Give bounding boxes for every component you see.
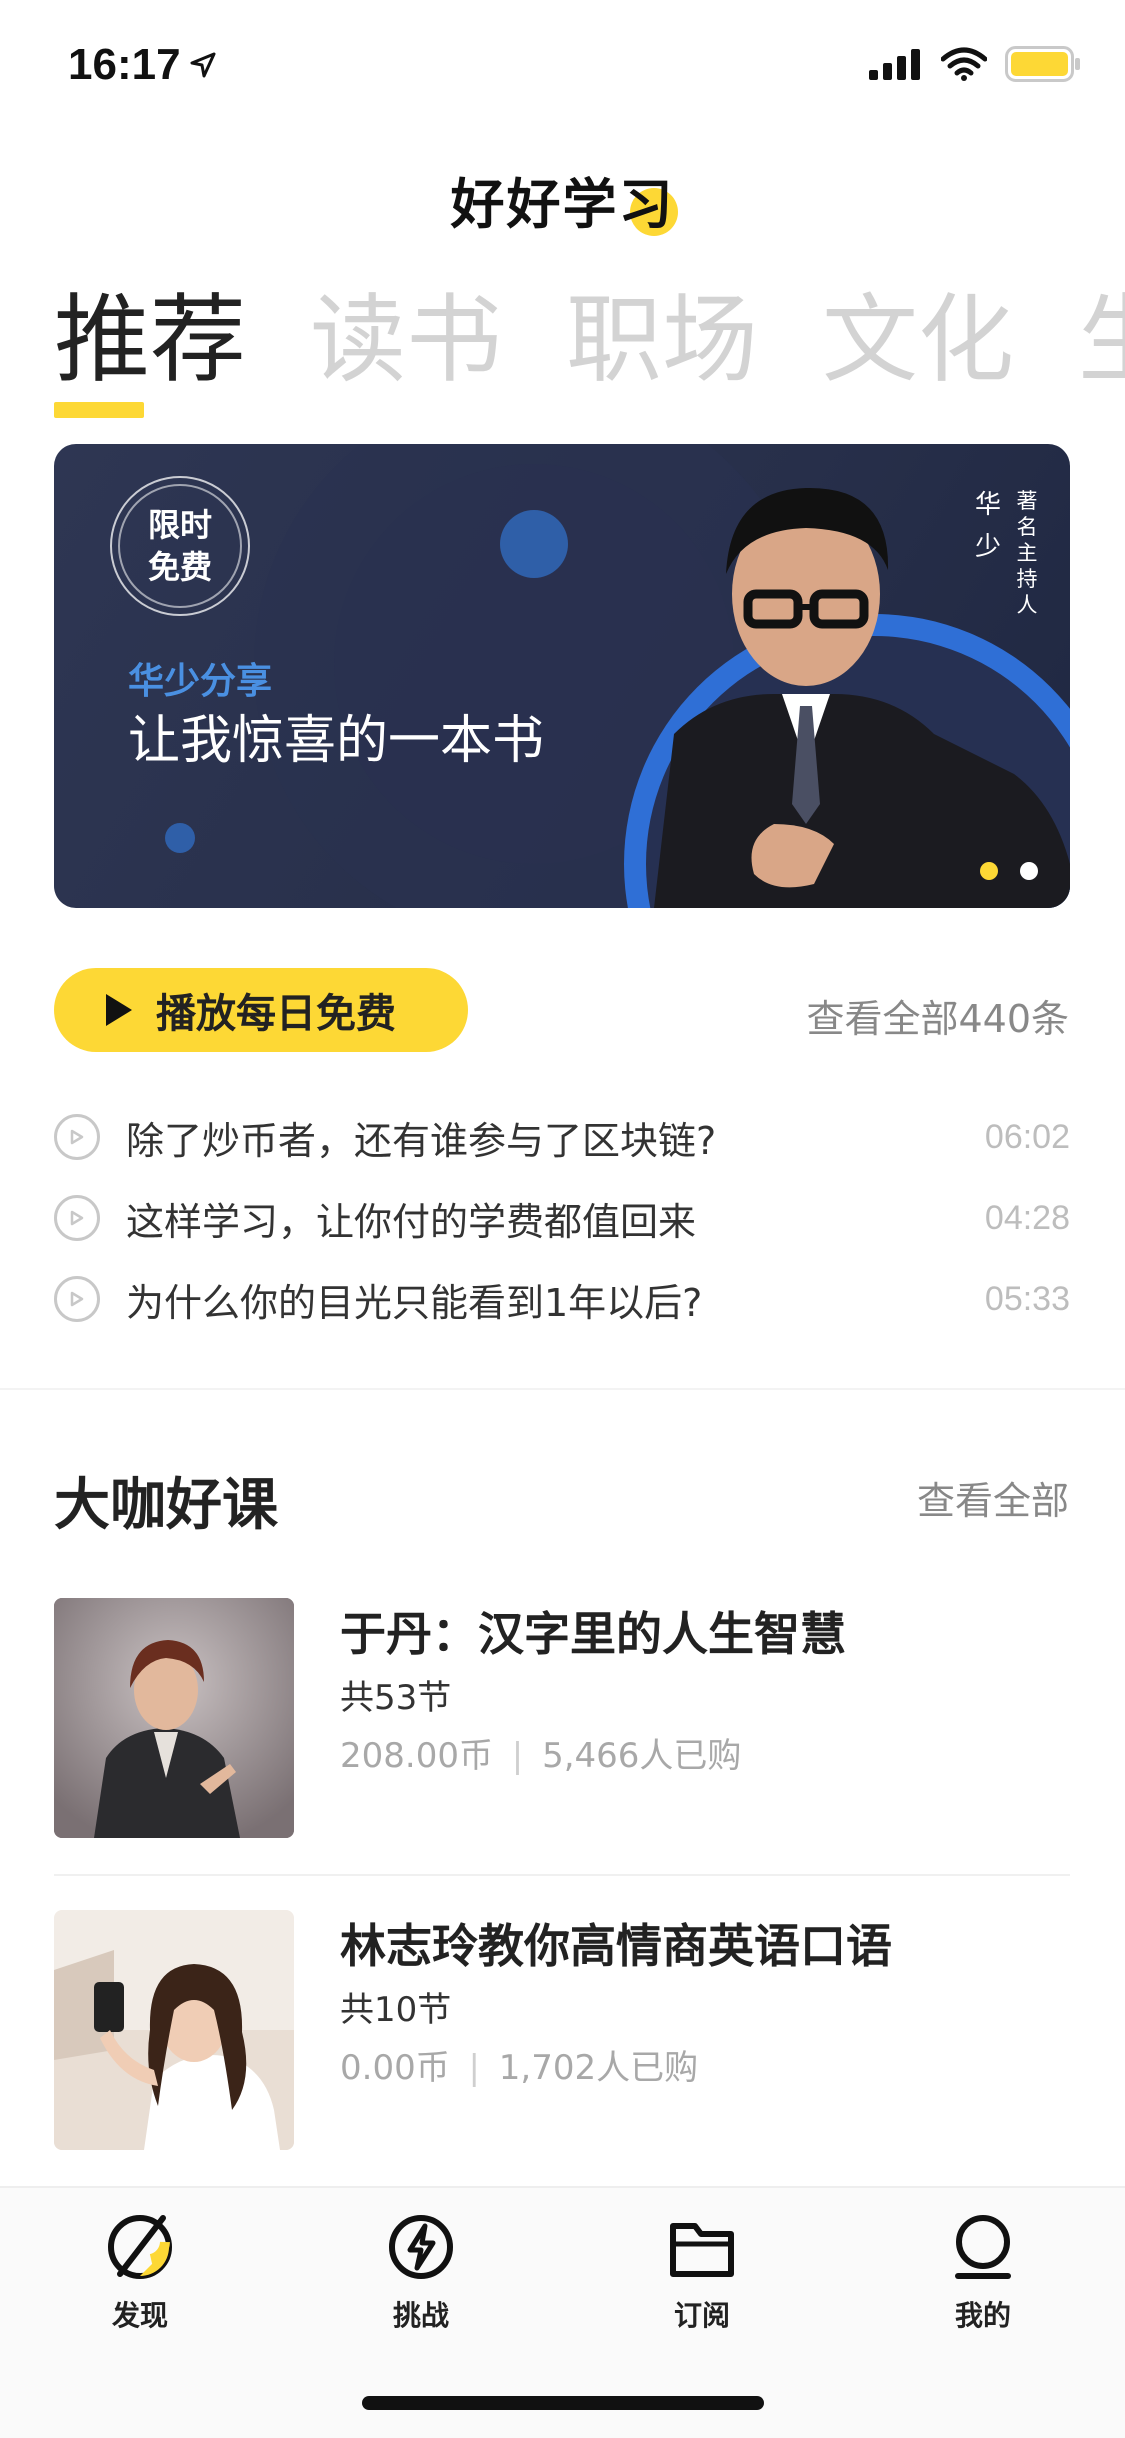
compass-icon [108,2215,172,2279]
meta-separator: | [511,1736,524,1776]
episode-title: 这样学习，让你付的学费都值回来 [126,1199,697,1244]
play-daily-free-label: 播放每日免费 [156,991,396,1037]
course-buyers: 1,702人已购 [498,2048,699,2088]
play-daily-free-button[interactable]: 播放每日免费 [54,968,468,1052]
status-time-text: 16:17 [68,40,181,89]
active-tab-indicator [54,402,144,418]
course-buyers: 5,466人已购 [542,1736,742,1776]
location-arrow-icon [190,52,216,78]
course-thumbnail[interactable] [54,1910,294,2150]
lightning-icon [389,2215,453,2279]
play-circle-icon[interactable] [54,1195,100,1241]
tab-culture[interactable]: 文化 [822,280,1014,400]
episode-row[interactable]: 为什么你的目光只能看到1年以后? 05:33 [54,1264,1070,1334]
course-price: 208.00币 [340,1736,493,1776]
course-thumbnail[interactable] [54,1598,294,1838]
nav-item-challenge[interactable]: 挑战 [341,2212,501,2334]
tab-workplace[interactable]: 职场 [566,280,758,400]
section-title-courses: 大咖好课 [54,1473,278,1538]
course-meta: 208.00币 | 5,466人已购 [340,1728,741,1777]
view-all-courses-link[interactable]: 查看全部 [917,1470,1069,1525]
nav-label-subscribe: 订阅 [673,2299,730,2332]
nav-label-profile: 我的 [954,2299,1011,2332]
episode-duration: 06:02 [984,1117,1070,1156]
badge-inner-ring: 限时 免费 [118,484,242,608]
course-portrait-image [54,1598,294,1838]
episode-title: 为什么你的目光只能看到1年以后? [126,1280,703,1325]
nav-item-discover[interactable]: 发现 [60,2212,220,2334]
promo-banner[interactable]: 限时 免费 华少分享 让我惊喜的一本书 华少 著名主持人 [54,444,1070,908]
banner-title: 让我惊喜的一本书 [128,711,545,771]
tab-reading[interactable]: 读书 [310,280,502,400]
course-title[interactable]: 于丹：汉字里的人生智慧 [340,1598,846,1664]
badge-line2: 免费 [147,548,212,586]
episode-duration: 05:33 [984,1279,1070,1318]
cellular-signal-icon [869,49,920,80]
episode-duration: 04:28 [984,1198,1070,1237]
tab-life[interactable]: 生 [1078,280,1125,400]
episode-title: 除了炒币者，还有谁参与了区块链? [126,1118,717,1163]
banner-subtitle: 华少分享 [128,661,273,702]
carousel-dot[interactable] [1020,862,1038,880]
course-price: 0.00币 [340,2048,450,2088]
wifi-icon [941,47,987,81]
home-indicator[interactable] [362,2396,764,2410]
carousel-dot-active[interactable] [980,862,998,880]
person-icon [955,2215,1011,2279]
banner-person-role: 著名主持人 [1016,489,1038,617]
course-portrait-image [54,1910,294,2150]
episode-row[interactable]: 这样学习，让你付的学费都值回来 04:28 [54,1183,1070,1253]
tab-recommended[interactable]: 推荐 [54,280,246,400]
limited-free-badge: 限时 免费 [110,476,250,616]
app-title: 好好学习 [450,172,675,236]
folder-icon [670,2223,734,2277]
nav-label-discover: 发现 [111,2299,168,2332]
battery-icon [1005,46,1080,82]
section-divider [0,1388,1125,1390]
play-icon [106,994,132,1026]
meta-separator: | [468,2048,480,2088]
badge-line1: 限时 [147,506,212,544]
status-bar-indicators [869,46,1081,82]
status-bar-time: 16:17 [68,40,217,90]
course-title[interactable]: 林志玲教你高情商英语口语 [340,1910,892,1976]
nav-label-challenge: 挑战 [392,2299,449,2332]
list-divider [54,1874,1070,1876]
view-all-episodes-link[interactable]: 查看全部440条 [806,988,1069,1043]
play-circle-icon[interactable] [54,1276,100,1322]
course-meta: 0.00币 | 1,702人已购 [340,2040,698,2089]
banner-person-name: 华少 [974,490,1001,562]
play-circle-icon[interactable] [54,1114,100,1160]
nav-item-subscribe[interactable]: 订阅 [622,2212,782,2334]
course-lesson-count: 共10节 [340,1990,452,2030]
course-lesson-count: 共53节 [340,1678,452,1718]
nav-item-profile[interactable]: 我的 [903,2212,1063,2334]
category-tabs: 推荐 读书 职场 文化 生 [54,280,1125,400]
episode-row[interactable]: 除了炒币者，还有谁参与了区块链? 06:02 [54,1102,1070,1172]
